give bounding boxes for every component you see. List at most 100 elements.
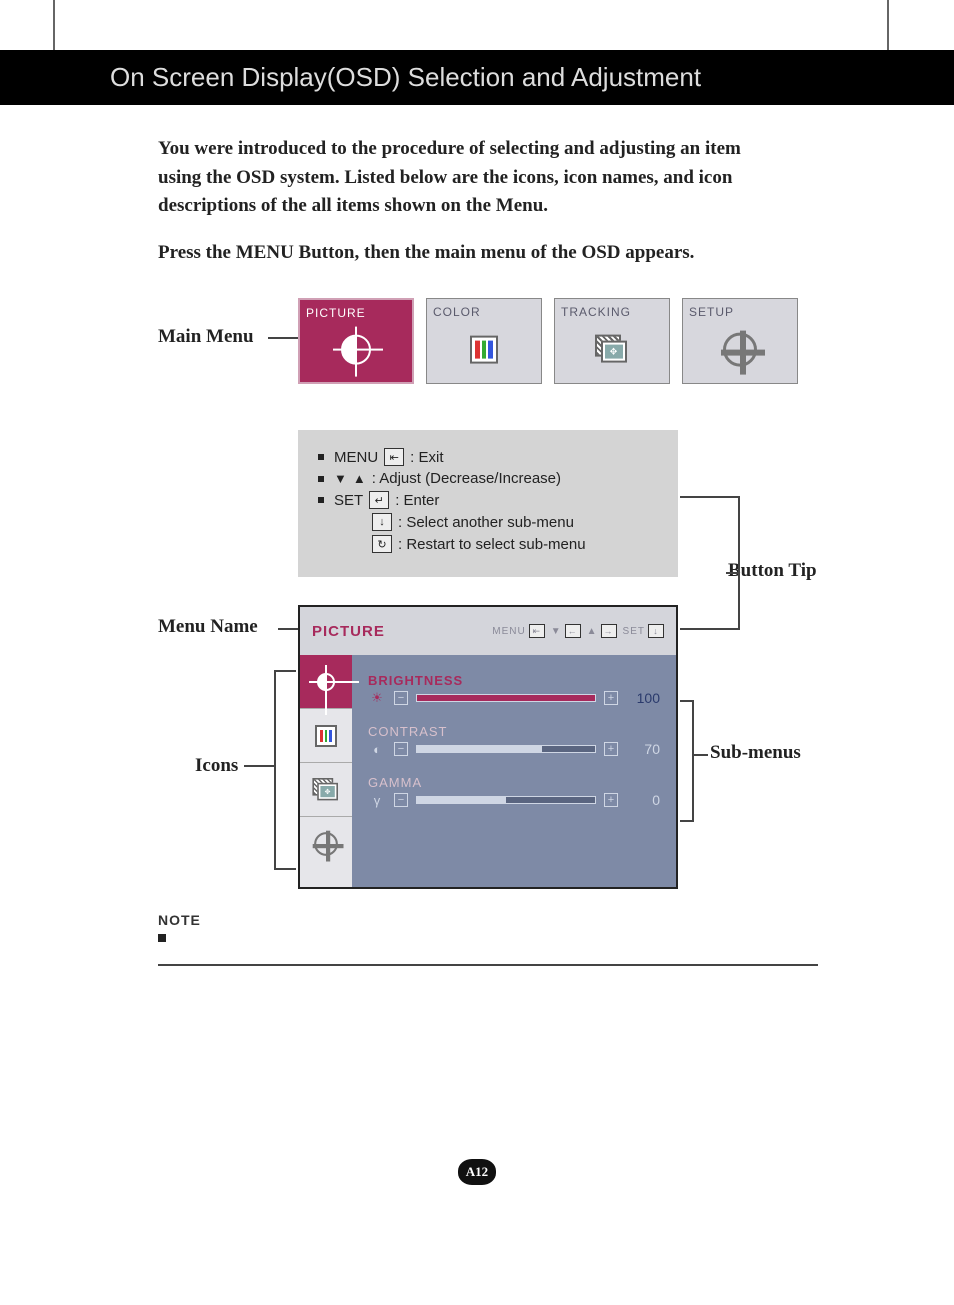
brightness-icon xyxy=(333,327,379,373)
sidebar-icon-picture[interactable] xyxy=(300,655,352,709)
tip-restart-desc: : Restart to select sub-menu xyxy=(398,536,586,553)
bullet-icon xyxy=(318,497,324,503)
osd-sidebar: ✥ xyxy=(300,655,352,887)
intro-block: You were introduced to the procedure of … xyxy=(158,135,778,267)
arrow-down-icon: ↓ xyxy=(648,624,664,638)
tip-set-word: SET xyxy=(334,492,363,509)
triangle-down-icon: ▼ xyxy=(334,471,347,486)
triangle-up-icon: ▲ xyxy=(353,471,366,486)
leader-line xyxy=(738,572,740,628)
bullet-icon xyxy=(318,476,324,482)
brightness-symbol-icon: ☀ xyxy=(368,690,386,706)
tab-picture[interactable]: PICTURE xyxy=(298,298,414,384)
main-menu-tabs: PICTURE COLOR TRACKING ✥ SETUP xyxy=(298,298,798,384)
tip-select-desc: : Select another sub-menu xyxy=(398,514,574,531)
gamma-symbol-icon: γ xyxy=(368,793,386,808)
decrease-button[interactable]: − xyxy=(394,742,408,756)
osd-hint-set-label: SET xyxy=(623,626,645,637)
osd-item-title: CONTRAST xyxy=(368,724,660,739)
increase-button[interactable]: + xyxy=(604,793,618,807)
osd-hint-menu: MENU ⇤ xyxy=(492,624,544,638)
leader-line xyxy=(278,628,298,630)
enter-icon: ↵ xyxy=(369,491,389,509)
osd-item-contrast[interactable]: CONTRAST ◐ − + 70 xyxy=(368,724,660,757)
tab-color[interactable]: COLOR xyxy=(426,298,542,384)
increase-button[interactable]: + xyxy=(604,742,618,756)
osd-item-brightness[interactable]: BRIGHTNESS ☀ − + 100 xyxy=(368,673,660,706)
decrease-button[interactable]: − xyxy=(394,793,408,807)
tip-row-select: ↓ : Select another sub-menu xyxy=(318,513,658,531)
callout-main-menu: Main Menu xyxy=(158,326,254,348)
restart-icon: ↻ xyxy=(372,535,392,553)
note-block: NOTE xyxy=(158,912,818,966)
leader-line xyxy=(274,670,296,672)
bullet-icon xyxy=(158,934,166,942)
osd-body: ✥ BRIGHTNESS ☀ − + 100 CONTRAST ◐ xyxy=(300,655,676,887)
callout-menu-name: Menu Name xyxy=(158,616,258,638)
sidebar-icon-setup[interactable] xyxy=(300,817,352,871)
callout-icons: Icons xyxy=(195,755,238,777)
leader-line xyxy=(274,670,276,870)
page-title-bar: On Screen Display(OSD) Selection and Adj… xyxy=(0,50,954,105)
osd-hint-set: SET ↓ xyxy=(623,624,664,638)
tip-set-desc: : Enter xyxy=(395,492,439,509)
tracking-icon: ✥ xyxy=(589,327,635,373)
arrow-right-icon: → xyxy=(601,624,617,638)
leader-line xyxy=(692,754,708,756)
tab-tracking[interactable]: TRACKING ✥ xyxy=(554,298,670,384)
leader-line xyxy=(274,868,296,870)
osd-item-gamma[interactable]: GAMMA γ − + 0 xyxy=(368,775,660,808)
page-number-badge: A12 xyxy=(458,1159,496,1185)
leader-line xyxy=(738,496,740,572)
bullet-icon xyxy=(318,454,324,460)
tab-label: TRACKING xyxy=(561,305,663,319)
callout-sub-menus: Sub-menus xyxy=(710,742,801,764)
osd-item-title: GAMMA xyxy=(368,775,660,790)
sidebar-icon-color[interactable] xyxy=(300,709,352,763)
note-label: NOTE xyxy=(158,912,818,928)
tip-menu-desc: : Exit xyxy=(410,449,443,466)
tab-label: SETUP xyxy=(689,305,791,319)
tab-setup[interactable]: SETUP xyxy=(682,298,798,384)
osd-hint-menu-label: MENU xyxy=(492,626,525,637)
intro-paragraph-2: Press the MENU Button, then the main men… xyxy=(158,239,778,268)
arrow-left-icon: ← xyxy=(565,624,581,638)
slider-track[interactable] xyxy=(416,694,596,702)
contrast-symbol-icon: ◐ xyxy=(368,742,386,757)
osd-item-control: γ − + 0 xyxy=(368,792,660,808)
arrow-down-icon: ↓ xyxy=(372,513,392,531)
tip-row-menu: MENU ⇤ : Exit xyxy=(318,448,658,466)
osd-panel: PICTURE MENU ⇤ ▼← ▲→ SET ↓ ✥ BRIGHTNE xyxy=(298,605,678,889)
leader-line xyxy=(680,820,694,822)
osd-titlebar: PICTURE MENU ⇤ ▼← ▲→ SET ↓ xyxy=(300,607,676,655)
tip-row-adjust: ▼ ▲ : Adjust (Decrease/Increase) xyxy=(318,470,658,487)
leader-line xyxy=(244,765,274,767)
osd-menu-name: PICTURE xyxy=(312,623,385,640)
crop-mark xyxy=(887,0,889,50)
increase-button[interactable]: + xyxy=(604,691,618,705)
tab-label: PICTURE xyxy=(306,306,406,320)
slider-track[interactable] xyxy=(416,745,596,753)
page-number: A12 xyxy=(466,1164,488,1180)
osd-item-value: 70 xyxy=(626,741,660,757)
gear-icon xyxy=(717,327,763,373)
decrease-button[interactable]: − xyxy=(394,691,408,705)
color-bars-icon xyxy=(461,327,507,373)
tip-menu-word: MENU xyxy=(334,449,378,466)
leader-line xyxy=(680,496,740,498)
osd-item-title: BRIGHTNESS xyxy=(368,673,660,688)
leader-line xyxy=(268,337,298,339)
sidebar-icon-tracking[interactable]: ✥ xyxy=(300,763,352,817)
osd-item-control: ◐ − + 70 xyxy=(368,741,660,757)
return-arrow-icon: ⇤ xyxy=(529,624,545,638)
osd-hint-up: ▲→ xyxy=(587,624,617,638)
osd-content: BRIGHTNESS ☀ − + 100 CONTRAST ◐ − + 70 xyxy=(352,655,676,887)
tip-row-restart: ↻ : Restart to select sub-menu xyxy=(318,535,658,553)
osd-item-control: ☀ − + 100 xyxy=(368,690,660,706)
leader-line xyxy=(680,628,740,630)
callout-button-tip: Button Tip xyxy=(728,560,817,582)
slider-track[interactable] xyxy=(416,796,596,804)
tip-adjust-desc: : Adjust (Decrease/Increase) xyxy=(372,470,561,487)
crop-mark xyxy=(53,0,55,50)
tab-label: COLOR xyxy=(433,305,535,319)
